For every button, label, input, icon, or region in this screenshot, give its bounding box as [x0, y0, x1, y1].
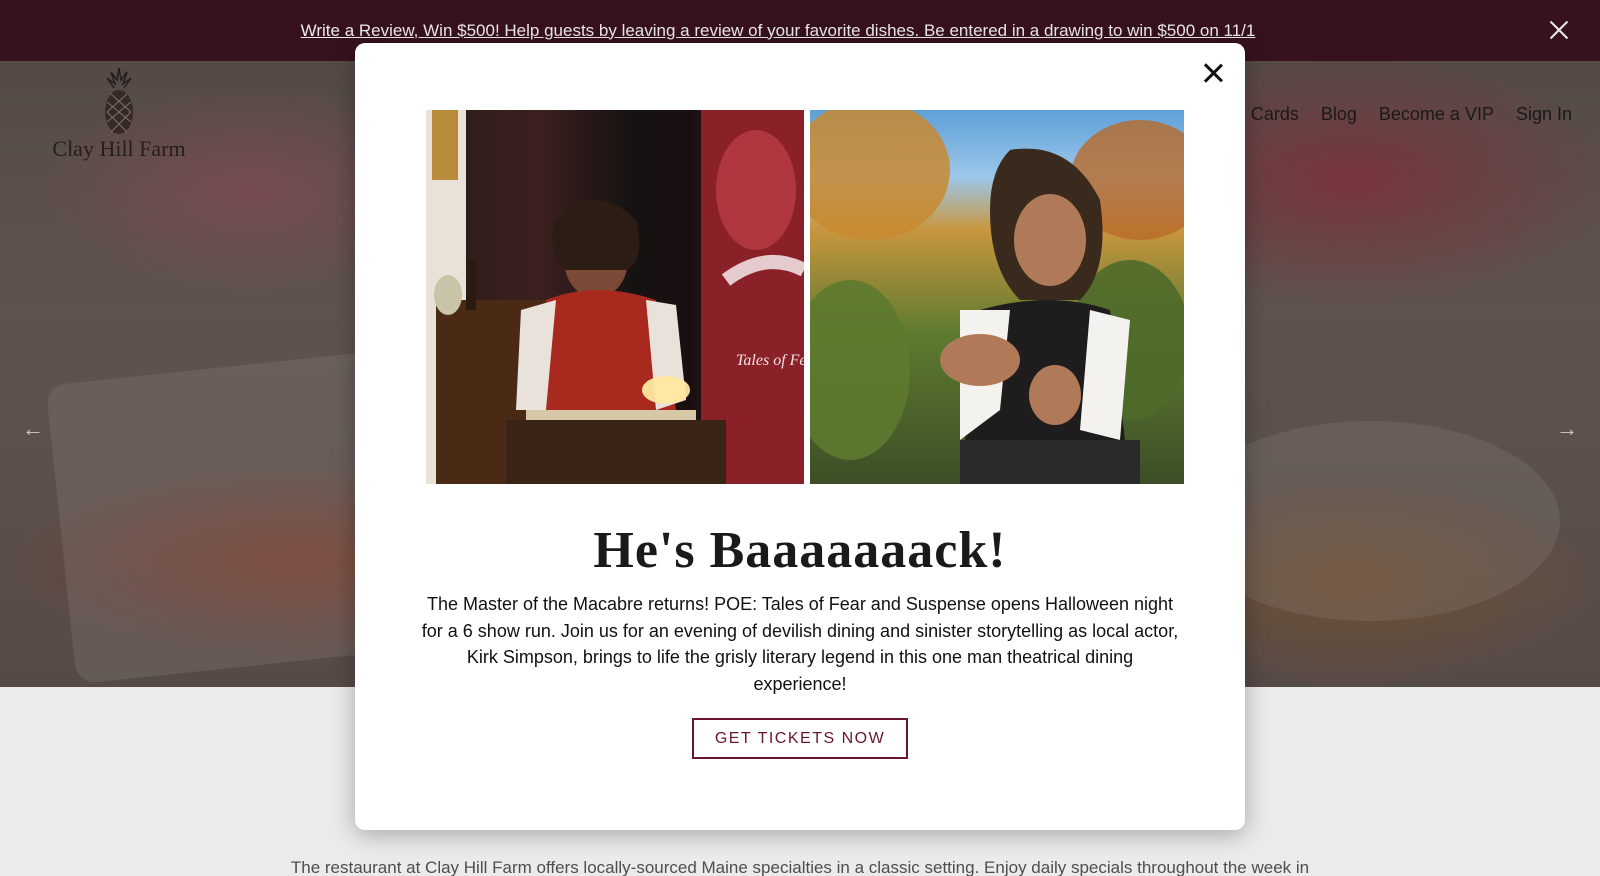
photo-actor-reading: Tales of Fear — [426, 110, 804, 484]
modal-photos: Tales of Fear — [426, 110, 1184, 484]
photo-actor-outdoors — [810, 110, 1184, 484]
close-icon[interactable] — [1201, 61, 1225, 85]
get-tickets-button[interactable]: GET TICKETS NOW — [692, 718, 908, 759]
promo-modal: Tales of Fear — [355, 43, 1245, 830]
poster-caption: Tales of Fear — [736, 352, 804, 369]
modal-title: He's Baaaaaaack! — [593, 522, 1007, 579]
modal-description: The Master of the Macabre returns! POE: … — [421, 594, 1179, 694]
